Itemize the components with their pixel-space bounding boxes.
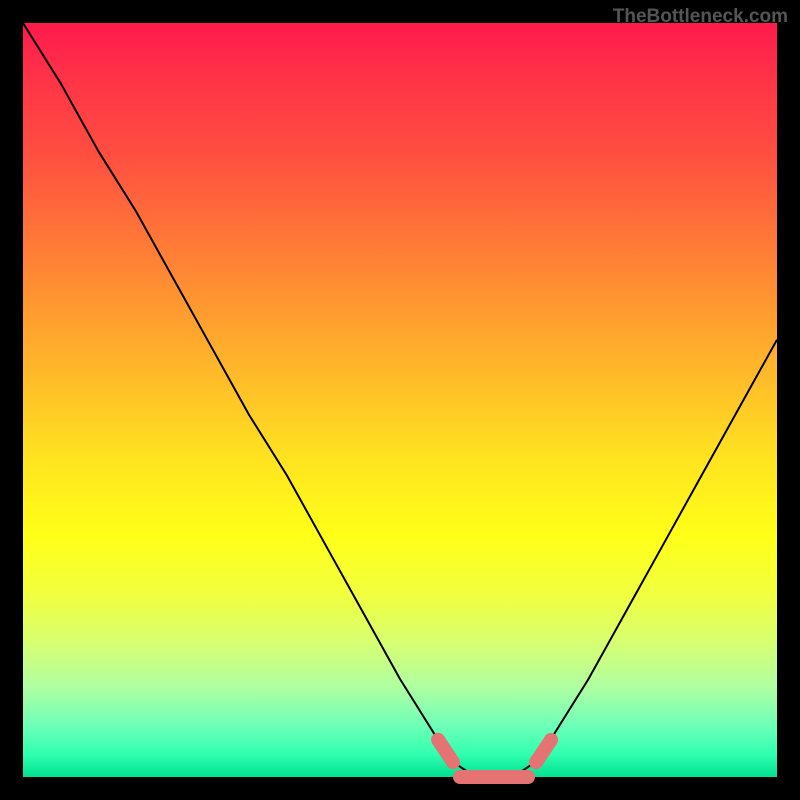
chart-area (23, 23, 777, 777)
chart-svg (23, 23, 777, 777)
watermark: TheBottleneck.com (613, 6, 788, 28)
highlight-segment (453, 770, 535, 784)
bottleneck-curve (23, 23, 777, 777)
